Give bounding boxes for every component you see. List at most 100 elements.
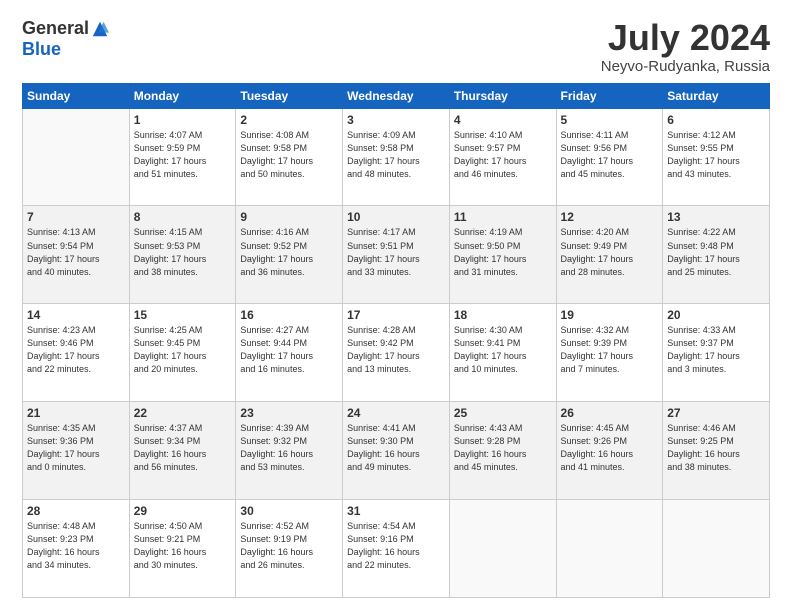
day-number: 8 (134, 210, 232, 224)
calendar-cell-w4-d2: 23 Sunrise: 4:39 AM Sunset: 9:32 PM Dayli… (236, 402, 343, 500)
calendar-cell-w1-d0 (23, 108, 130, 206)
day-info: Sunrise: 4:30 AM Sunset: 9:41 PM Dayligh… (454, 324, 552, 376)
day-number: 2 (240, 113, 338, 127)
day-number: 12 (561, 210, 659, 224)
day-number: 1 (134, 113, 232, 127)
day-number: 3 (347, 113, 445, 127)
logo-icon (91, 20, 109, 38)
month-title: July 2024 (601, 18, 770, 58)
calendar-cell-w2-d2: 9 Sunrise: 4:16 AM Sunset: 9:52 PM Daylig… (236, 206, 343, 304)
calendar-cell-w1-d6: 6Sunrise: 4:12 AM Sunset: 9:55 PM Daylig… (663, 108, 770, 206)
day-number: 16 (240, 308, 338, 322)
logo-general-text: General (22, 18, 89, 39)
day-number: 22 (134, 406, 232, 420)
day-info: Sunrise: 4:20 AM Sunset: 9:49 PM Dayligh… (561, 226, 659, 278)
day-number: 23 (240, 406, 338, 420)
day-info: Sunrise: 4:19 AM Sunset: 9:50 PM Dayligh… (454, 226, 552, 278)
calendar-week-1: 1Sunrise: 4:07 AM Sunset: 9:59 PM Daylig… (23, 108, 770, 206)
calendar-cell-w1-d5: 5 Sunrise: 4:11 AM Sunset: 9:56 PM Daylig… (556, 108, 663, 206)
col-tuesday: Tuesday (236, 83, 343, 108)
day-info: Sunrise: 4:11 AM Sunset: 9:56 PM Dayligh… (561, 129, 659, 181)
calendar-cell-w2-d6: 13 Sunrise: 4:22 AM Sunset: 9:48 PM Dayli… (663, 206, 770, 304)
day-info: Sunrise: 4:33 AM Sunset: 9:37 PM Dayligh… (667, 324, 765, 376)
calendar-cell-w5-d6 (663, 500, 770, 598)
day-number: 24 (347, 406, 445, 420)
calendar-week-5: 28 Sunrise: 4:48 AM Sunset: 9:23 PM Dayli… (23, 500, 770, 598)
calendar-cell-w3-d3: 17Sunrise: 4:28 AM Sunset: 9:42 PM Dayli… (343, 304, 450, 402)
calendar-cell-w3-d6: 20 Sunrise: 4:33 AM Sunset: 9:37 PM Dayli… (663, 304, 770, 402)
calendar-cell-w2-d3: 10 Sunrise: 4:17 AM Sunset: 9:51 PM Dayli… (343, 206, 450, 304)
day-number: 7 (27, 210, 125, 224)
day-info: Sunrise: 4:45 AM Sunset: 9:26 PM Dayligh… (561, 422, 659, 474)
location: Neyvo-Rudyanka, Russia (601, 58, 770, 75)
day-number: 17 (347, 308, 445, 322)
day-info: Sunrise: 4:13 AM Sunset: 9:54 PM Dayligh… (27, 226, 125, 278)
day-number: 13 (667, 210, 765, 224)
calendar-cell-w1-d1: 1Sunrise: 4:07 AM Sunset: 9:59 PM Daylig… (129, 108, 236, 206)
day-number: 5 (561, 113, 659, 127)
calendar-header-row: Sunday Monday Tuesday Wednesday Thursday… (23, 83, 770, 108)
day-info: Sunrise: 4:52 AM Sunset: 9:19 PM Dayligh… (240, 520, 338, 572)
calendar-cell-w1-d4: 4 Sunrise: 4:10 AM Sunset: 9:57 PM Daylig… (449, 108, 556, 206)
day-number: 29 (134, 504, 232, 518)
day-info: Sunrise: 4:08 AM Sunset: 9:58 PM Dayligh… (240, 129, 338, 181)
calendar-cell-w1-d3: 3 Sunrise: 4:09 AM Sunset: 9:58 PM Daylig… (343, 108, 450, 206)
day-info: Sunrise: 4:32 AM Sunset: 9:39 PM Dayligh… (561, 324, 659, 376)
calendar-cell-w4-d0: 21 Sunrise: 4:35 AM Sunset: 9:36 PM Dayli… (23, 402, 130, 500)
day-info: Sunrise: 4:35 AM Sunset: 9:36 PM Dayligh… (27, 422, 125, 474)
col-wednesday: Wednesday (343, 83, 450, 108)
day-number: 10 (347, 210, 445, 224)
day-info: Sunrise: 4:48 AM Sunset: 9:23 PM Dayligh… (27, 520, 125, 572)
calendar-week-3: 14Sunrise: 4:23 AM Sunset: 9:46 PM Dayli… (23, 304, 770, 402)
page: General Blue July 2024 Neyvo-Rudyanka, R… (0, 0, 792, 612)
day-number: 30 (240, 504, 338, 518)
calendar-cell-w5-d1: 29 Sunrise: 4:50 AM Sunset: 9:21 PM Dayli… (129, 500, 236, 598)
day-number: 21 (27, 406, 125, 420)
calendar-cell-w3-d4: 18 Sunrise: 4:30 AM Sunset: 9:41 PM Dayli… (449, 304, 556, 402)
day-number: 25 (454, 406, 552, 420)
calendar-cell-w5-d0: 28 Sunrise: 4:48 AM Sunset: 9:23 PM Dayli… (23, 500, 130, 598)
day-info: Sunrise: 4:09 AM Sunset: 9:58 PM Dayligh… (347, 129, 445, 181)
day-info: Sunrise: 4:17 AM Sunset: 9:51 PM Dayligh… (347, 226, 445, 278)
calendar-cell-w4-d4: 25 Sunrise: 4:43 AM Sunset: 9:28 PM Dayli… (449, 402, 556, 500)
day-number: 20 (667, 308, 765, 322)
calendar-cell-w4-d5: 26 Sunrise: 4:45 AM Sunset: 9:26 PM Dayli… (556, 402, 663, 500)
day-info: Sunrise: 4:15 AM Sunset: 9:53 PM Dayligh… (134, 226, 232, 278)
col-saturday: Saturday (663, 83, 770, 108)
col-sunday: Sunday (23, 83, 130, 108)
calendar-cell-w2-d5: 12 Sunrise: 4:20 AM Sunset: 9:49 PM Dayli… (556, 206, 663, 304)
day-info: Sunrise: 4:41 AM Sunset: 9:30 PM Dayligh… (347, 422, 445, 474)
day-number: 31 (347, 504, 445, 518)
day-info: Sunrise: 4:22 AM Sunset: 9:48 PM Dayligh… (667, 226, 765, 278)
col-friday: Friday (556, 83, 663, 108)
logo: General Blue (22, 18, 109, 60)
day-number: 15 (134, 308, 232, 322)
day-number: 28 (27, 504, 125, 518)
day-info: Sunrise: 4:46 AM Sunset: 9:25 PM Dayligh… (667, 422, 765, 474)
calendar-cell-w3-d5: 19Sunrise: 4:32 AM Sunset: 9:39 PM Dayli… (556, 304, 663, 402)
day-number: 9 (240, 210, 338, 224)
calendar-cell-w5-d2: 30 Sunrise: 4:52 AM Sunset: 9:19 PM Dayli… (236, 500, 343, 598)
day-info: Sunrise: 4:39 AM Sunset: 9:32 PM Dayligh… (240, 422, 338, 474)
day-info: Sunrise: 4:10 AM Sunset: 9:57 PM Dayligh… (454, 129, 552, 181)
calendar-cell-w4-d6: 27Sunrise: 4:46 AM Sunset: 9:25 PM Dayli… (663, 402, 770, 500)
day-number: 14 (27, 308, 125, 322)
col-thursday: Thursday (449, 83, 556, 108)
day-number: 26 (561, 406, 659, 420)
day-info: Sunrise: 4:50 AM Sunset: 9:21 PM Dayligh… (134, 520, 232, 572)
calendar-cell-w3-d2: 16Sunrise: 4:27 AM Sunset: 9:44 PM Dayli… (236, 304, 343, 402)
day-number: 4 (454, 113, 552, 127)
day-number: 18 (454, 308, 552, 322)
calendar-cell-w5-d4 (449, 500, 556, 598)
day-info: Sunrise: 4:37 AM Sunset: 9:34 PM Dayligh… (134, 422, 232, 474)
header-right: July 2024 Neyvo-Rudyanka, Russia (601, 18, 770, 75)
day-info: Sunrise: 4:16 AM Sunset: 9:52 PM Dayligh… (240, 226, 338, 278)
day-info: Sunrise: 4:43 AM Sunset: 9:28 PM Dayligh… (454, 422, 552, 474)
calendar-week-4: 21 Sunrise: 4:35 AM Sunset: 9:36 PM Dayli… (23, 402, 770, 500)
day-info: Sunrise: 4:54 AM Sunset: 9:16 PM Dayligh… (347, 520, 445, 572)
calendar-cell-w2-d1: 8 Sunrise: 4:15 AM Sunset: 9:53 PM Daylig… (129, 206, 236, 304)
day-number: 6 (667, 113, 765, 127)
calendar-cell-w3-d1: 15Sunrise: 4:25 AM Sunset: 9:45 PM Dayli… (129, 304, 236, 402)
day-number: 11 (454, 210, 552, 224)
logo-blue-text: Blue (22, 39, 61, 60)
